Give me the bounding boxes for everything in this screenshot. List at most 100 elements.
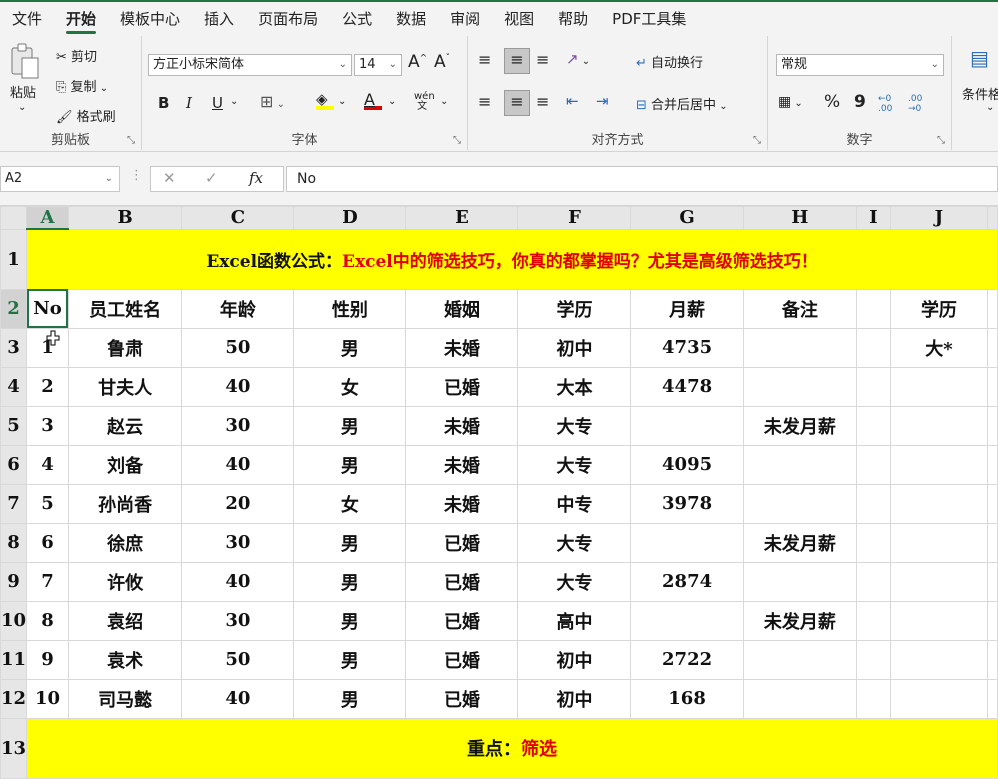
row-header-6[interactable]: 6 — [0, 444, 28, 485]
number-launcher-icon[interactable]: ⤡ — [937, 135, 945, 146]
cell[interactable] — [856, 639, 891, 680]
cell-age[interactable]: 30 — [181, 405, 295, 446]
row-header-3[interactable]: 3 — [0, 327, 28, 368]
conditional-dropdown-icon[interactable]: ⌄ — [986, 102, 994, 113]
cell[interactable] — [987, 444, 998, 485]
cell-age[interactable]: 20 — [181, 483, 295, 524]
cell[interactable] — [856, 678, 891, 719]
cell-no[interactable]: 4 — [26, 444, 69, 485]
cell[interactable] — [856, 405, 891, 446]
cell-remark[interactable] — [742, 444, 858, 485]
cell[interactable] — [889, 600, 989, 641]
row-header-13[interactable]: 13 — [0, 717, 28, 779]
column-header-j[interactable]: J — [889, 206, 989, 230]
cell-education[interactable]: 中专 — [517, 483, 632, 524]
font-color-button[interactable]: A — [364, 90, 382, 110]
bold-button[interactable]: B — [158, 94, 169, 112]
phonetic-button[interactable]: wén 文 — [414, 92, 435, 112]
cell-name[interactable]: 刘备 — [67, 444, 183, 485]
font-color-dropdown-icon[interactable]: ⌄ — [388, 96, 396, 107]
menu-file[interactable]: 文件 — [0, 2, 54, 36]
conditional-format-button[interactable]: 条件格 — [962, 84, 998, 103]
header-marital[interactable]: 婚姻 — [405, 288, 519, 329]
cell-salary[interactable] — [630, 600, 744, 641]
cell-remark[interactable] — [742, 678, 858, 719]
cell[interactable] — [987, 678, 998, 719]
column-header-i[interactable]: I — [856, 206, 891, 230]
header-salary[interactable]: 月薪 — [630, 288, 744, 329]
cell[interactable] — [856, 522, 891, 563]
row-header-9[interactable]: 9 — [0, 561, 28, 602]
shrink-font-button[interactable]: Aˇ — [434, 52, 450, 72]
cell-no[interactable]: 7 — [26, 561, 69, 602]
font-launcher-icon[interactable]: ⤡ — [453, 135, 461, 146]
enter-icon[interactable]: ✓ — [205, 169, 218, 187]
cell-gender[interactable]: 男 — [293, 600, 407, 641]
cell[interactable] — [856, 561, 891, 602]
cell-remark[interactable]: 未发月薪 — [742, 600, 858, 641]
row-header-11[interactable]: 11 — [0, 639, 28, 680]
fill-dropdown-icon[interactable]: ⌄ — [338, 96, 346, 107]
cell-name[interactable]: 甘夫人 — [67, 366, 183, 407]
menu-view[interactable]: 视图 — [492, 2, 546, 36]
cell-salary[interactable]: 2874 — [630, 561, 744, 602]
cell-gender[interactable]: 女 — [293, 366, 407, 407]
format-painter-button[interactable]: 🖌 格式刷 — [56, 106, 116, 125]
cell-gender[interactable]: 男 — [293, 678, 407, 719]
menu-formulas[interactable]: 公式 — [330, 2, 384, 36]
align-right-icon[interactable]: ≡ — [536, 92, 549, 111]
cell-gender[interactable]: 男 — [293, 444, 407, 485]
menu-help[interactable]: 帮助 — [546, 2, 600, 36]
cell[interactable] — [889, 444, 989, 485]
align-bottom-icon[interactable]: ≡ — [536, 50, 549, 69]
cell-remark[interactable] — [742, 561, 858, 602]
paste-button[interactable]: 粘贴 — [10, 82, 36, 101]
cell[interactable] — [856, 600, 891, 641]
cell-name[interactable]: 许攸 — [67, 561, 183, 602]
phonetic-dropdown-icon[interactable]: ⌄ — [440, 96, 448, 107]
cell[interactable] — [889, 639, 989, 680]
cell[interactable] — [889, 405, 989, 446]
cell-marital[interactable]: 未婚 — [405, 405, 519, 446]
cell-remark[interactable] — [742, 483, 858, 524]
row-header-12[interactable]: 12 — [0, 678, 28, 719]
cell[interactable] — [889, 561, 989, 602]
accounting-format-icon[interactable]: ▦ ⌄ — [778, 94, 803, 110]
footer-cell[interactable]: 重点：筛选 — [26, 717, 998, 779]
cell-education[interactable]: 大专 — [517, 522, 632, 563]
row-header-10[interactable]: 10 — [0, 600, 28, 641]
paste-icon[interactable] — [8, 42, 40, 80]
cell-marital[interactable]: 已婚 — [405, 561, 519, 602]
row-header-8[interactable]: 8 — [0, 522, 28, 563]
header-no[interactable]: No — [26, 288, 69, 329]
cell-marital[interactable]: 已婚 — [405, 678, 519, 719]
cell-salary[interactable]: 2722 — [630, 639, 744, 680]
cell-gender[interactable]: 男 — [293, 561, 407, 602]
cell-gender[interactable]: 男 — [293, 405, 407, 446]
cell-gender[interactable]: 女 — [293, 483, 407, 524]
cell[interactable] — [856, 444, 891, 485]
menu-insert[interactable]: 插入 — [192, 2, 246, 36]
cell-gender[interactable]: 男 — [293, 327, 407, 368]
underline-button[interactable]: U — [212, 94, 223, 112]
column-header-d[interactable]: D — [293, 206, 407, 230]
cell-name[interactable]: 袁术 — [67, 639, 183, 680]
font-name-select[interactable]: 方正小标宋简体 ⌄ — [148, 54, 352, 76]
cell[interactable] — [987, 405, 998, 446]
cell-no[interactable]: 3 — [26, 405, 69, 446]
increase-decimal-button[interactable]: ←0.00 — [878, 94, 892, 114]
column-header-f[interactable]: F — [517, 206, 632, 230]
criteria-value[interactable]: 大* — [889, 327, 989, 368]
decrease-decimal-button[interactable]: .00 →0 — [908, 94, 922, 114]
cell-marital[interactable]: 未婚 — [405, 444, 519, 485]
underline-dropdown-icon[interactable]: ⌄ — [230, 96, 238, 107]
cell[interactable] — [856, 483, 891, 524]
menu-template-center[interactable]: 模板中心 — [108, 2, 192, 36]
cell[interactable] — [987, 522, 998, 563]
cell-gender[interactable]: 男 — [293, 522, 407, 563]
border-icon[interactable]: ⊞ ⌄ — [260, 92, 285, 111]
column-header-c[interactable]: C — [181, 206, 295, 230]
cell[interactable] — [987, 639, 998, 680]
row-header-1[interactable]: 1 — [0, 228, 28, 290]
cell[interactable] — [889, 678, 989, 719]
